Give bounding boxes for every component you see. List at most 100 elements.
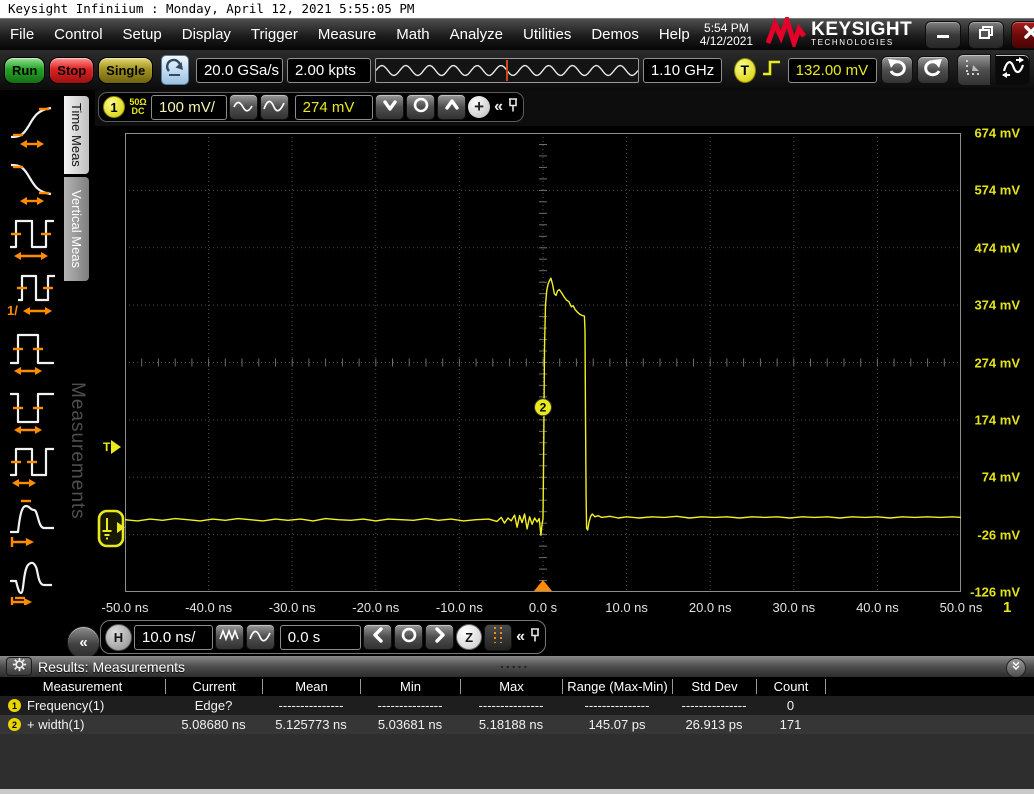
position-right-button[interactable]	[425, 624, 454, 650]
window-title-bar: Keysight Infiniium : Monday, April 12, 2…	[0, 0, 1034, 18]
menu-item-setup[interactable]: Setup	[113, 21, 172, 48]
menu-item-demos[interactable]: Demos	[581, 21, 649, 48]
channel1-badge[interactable]: 1	[103, 96, 125, 118]
position-zero-button[interactable]	[394, 624, 423, 650]
menu-item-math[interactable]: Math	[386, 21, 439, 48]
menu-item-analyze[interactable]: Analyze	[440, 21, 513, 48]
tab-vertical-meas[interactable]: Vertical Meas	[64, 177, 89, 281]
waveform-scaling-button[interactable]	[995, 54, 1030, 86]
menu-item-file[interactable]: File	[0, 21, 44, 48]
channel1-coupling-mode: DC	[127, 107, 149, 116]
scale-increase-button[interactable]	[260, 94, 289, 120]
frequency-measurement-icon[interactable]: .w{fill:none;stroke:#f2f2f2;stroke-width…	[2, 264, 62, 321]
waveform-arrows-icon	[1000, 56, 1026, 85]
menu-item-control[interactable]: Control	[44, 21, 112, 48]
timebase-scale-field[interactable]: 10.0 ns/	[134, 625, 213, 650]
measurement-max-cell: ---------------	[460, 698, 562, 713]
zoom-mode-button[interactable]: Z	[456, 624, 482, 650]
duty-cycle-measurement-icon[interactable]: .w{fill:none;stroke:#f2f2f2;stroke-width…	[2, 435, 62, 492]
trigger-level-marker[interactable]: T	[103, 440, 121, 454]
period-measurement-icon[interactable]: .w{fill:none;stroke:#f2f2f2;stroke-width…	[2, 207, 62, 264]
x-axis-tick-label: -10.0 ns	[436, 600, 483, 615]
time-markers-button[interactable]	[484, 624, 512, 651]
results-collapse-button[interactable]	[1006, 658, 1026, 678]
rise-time-measurement-icon[interactable]: .w{fill:none;stroke:#f2f2f2;stroke-width…	[2, 93, 62, 150]
horizontal-badge[interactable]: H	[105, 624, 132, 651]
time-at-max-measurement-icon[interactable]: .w{fill:none;stroke:#f2f2f2;stroke-width…	[2, 492, 62, 549]
channel1-ground-marker[interactable]	[97, 508, 126, 554]
zero-circle-icon	[400, 626, 418, 649]
restore-button[interactable]	[968, 21, 1004, 49]
menu-item-measure[interactable]: Measure	[308, 21, 386, 48]
measurement-current-cell: 5.08680 ns	[165, 717, 262, 732]
column-header-range-max-min-: Range (Max-Min)	[562, 679, 672, 694]
run-button[interactable]: Run	[4, 57, 45, 84]
window-title: Keysight Infiniium : Monday, April 12, 2…	[8, 1, 414, 16]
positive-width-measurement-icon[interactable]: .w{fill:none;stroke:#f2f2f2;stroke-width…	[2, 321, 62, 378]
offset-down-button[interactable]	[375, 94, 404, 120]
menu-item-trigger[interactable]: Trigger	[241, 21, 308, 48]
bandwidth-field[interactable]: 1.10 GHz	[643, 58, 722, 83]
results-header: Results: Measurements .....	[0, 656, 1034, 677]
collapse-channel-bar-button[interactable]: «	[492, 98, 505, 116]
offset-zero-button[interactable]	[406, 94, 435, 120]
timebase-position-field[interactable]: 0.0 s	[280, 625, 361, 650]
x-axis-tick-label: -30.0 ns	[269, 600, 316, 615]
results-settings-button[interactable]	[6, 657, 32, 676]
tab-time-meas[interactable]: Time Meas	[64, 96, 89, 174]
waveform-display[interactable]: 2	[125, 133, 961, 592]
stop-button[interactable]: Stop	[49, 57, 94, 84]
memory-depth-field[interactable]: 2.00 kpts	[287, 58, 371, 83]
time-at-min-measurement-icon[interactable]: .w{fill:none;stroke:#f2f2f2;stroke-width…	[2, 549, 62, 606]
measurement-stddev-cell: 26.913 ps	[672, 717, 756, 732]
menu-item-utilities[interactable]: Utilities	[513, 21, 581, 48]
channel1-offset-field[interactable]: 274 mV	[295, 95, 373, 120]
expanded-wave-icon	[249, 627, 271, 648]
pin-icon[interactable]	[507, 97, 519, 118]
sample-rate-field[interactable]: 20.0 GSa/s	[196, 58, 283, 83]
add-channel-button[interactable]: +	[468, 96, 490, 118]
trigger-level-label: T	[103, 440, 110, 454]
measurement-mean-cell: ---------------	[262, 698, 360, 713]
menu-item-help[interactable]: Help	[649, 21, 700, 48]
acquisition-preview-strip[interactable]	[375, 58, 639, 83]
single-button[interactable]: Single	[98, 57, 153, 84]
negative-width-measurement-icon[interactable]: .w{fill:none;stroke:#f2f2f2;stroke-width…	[2, 378, 62, 435]
measurement-range-cell: ---------------	[562, 698, 672, 713]
sidebar-collapse-button[interactable]: «	[67, 626, 100, 659]
menu-bar-right: 5:54 PM 4/12/2021 KEYSIGHT TECHNOLOGIES	[700, 17, 1034, 52]
timebase-zoom-in-button[interactable]	[215, 624, 244, 650]
graticule-size-button[interactable]	[957, 54, 992, 86]
measurement-number-badge: 1	[8, 699, 21, 712]
column-header-filler	[825, 679, 1034, 694]
collapse-hbar-button[interactable]: «	[514, 628, 527, 646]
chevron-left-icon	[370, 626, 386, 649]
close-button[interactable]	[1011, 21, 1034, 49]
chevron-right-icon	[432, 626, 448, 649]
measurement-row--width-1-[interactable]: 2+ width(1)5.08680 ns5.125773 ns5.03681 …	[0, 715, 1034, 734]
menu-item-display[interactable]: Display	[172, 21, 241, 48]
touch-mode-button[interactable]	[161, 55, 189, 85]
channel1-controls: 1 50Ω DC 100 mV/ 274 mV + «	[98, 92, 524, 122]
large-wave-icon	[263, 97, 285, 118]
scale-decrease-button[interactable]	[229, 94, 258, 120]
pin-icon[interactable]	[529, 627, 541, 648]
measurement-row-Frequency-1-[interactable]: 1Frequency(1)Edge?----------------------…	[0, 696, 1034, 715]
compressed-wave-icon	[219, 628, 239, 647]
undo-button[interactable]	[881, 56, 913, 84]
measurement-min-cell: 5.03681 ns	[360, 717, 460, 732]
graticule-resize-icon	[962, 57, 986, 84]
timebase-zoom-out-button[interactable]	[246, 624, 275, 650]
minimize-button[interactable]	[925, 21, 961, 49]
y-axis-tick-label: 374 mV	[958, 298, 1020, 313]
trigger-badge[interactable]: T	[734, 58, 756, 83]
channel1-coupling[interactable]: 50Ω DC	[127, 98, 149, 116]
results-drag-grip[interactable]: .....	[500, 655, 529, 671]
redo-button[interactable]	[917, 56, 949, 84]
svg-text:2: 2	[540, 400, 547, 414]
trigger-level-field[interactable]: 132.00 mV	[788, 58, 877, 83]
position-left-button[interactable]	[363, 624, 392, 650]
channel1-scale-field[interactable]: 100 mV/	[151, 95, 227, 120]
offset-up-button[interactable]	[437, 94, 466, 120]
fall-time-measurement-icon[interactable]: .w{fill:none;stroke:#f2f2f2;stroke-width…	[2, 150, 62, 207]
